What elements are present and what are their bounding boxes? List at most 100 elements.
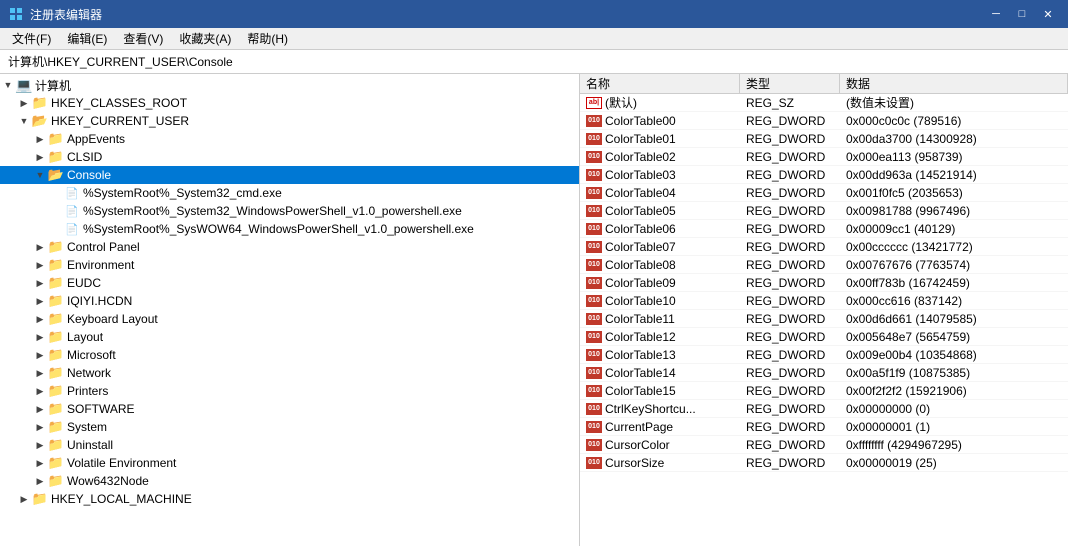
expand-arrow-hklm[interactable]: ▶ (16, 491, 32, 507)
expand-arrow-clsid[interactable]: ▶ (32, 149, 48, 165)
menu-item-a[interactable]: 收藏夹(A) (171, 28, 239, 49)
app-icon (8, 6, 24, 22)
expand-arrow-layout[interactable]: ▶ (32, 329, 48, 345)
expand-arrow-uninstall[interactable]: ▶ (32, 437, 48, 453)
detail-row[interactable]: 010ColorTable12REG_DWORD0x005648e7 (5654… (580, 328, 1068, 346)
detail-row[interactable]: 010CursorSizeREG_DWORD0x00000019 (25) (580, 454, 1068, 472)
close-button[interactable]: ✕ (1036, 4, 1060, 24)
tree-item-console[interactable]: ▼📂Console (0, 166, 579, 184)
col-header-name[interactable]: 名称 (580, 74, 740, 93)
col-header-type[interactable]: 类型 (740, 74, 840, 93)
tree-item-volatile[interactable]: ▶📁Volatile Environment (0, 454, 579, 472)
tree-item-hklm[interactable]: ▶📁HKEY_LOCAL_MACHINE (0, 490, 579, 508)
detail-row[interactable]: 010ColorTable08REG_DWORD0x00767676 (7763… (580, 256, 1068, 274)
expand-arrow-appevents[interactable]: ▶ (32, 131, 48, 147)
detail-row[interactable]: 010ColorTable04REG_DWORD0x001f0fc5 (2035… (580, 184, 1068, 202)
address-path: 计算机\HKEY_CURRENT_USER\Console (8, 53, 233, 70)
menu-item-v[interactable]: 查看(V) (115, 28, 171, 49)
tree-item-cmd[interactable]: 📄%SystemRoot%_System32_cmd.exe (0, 184, 579, 202)
tree-item-network[interactable]: ▶📁Network (0, 364, 579, 382)
detail-cell-type: REG_DWORD (740, 239, 840, 255)
reg-icon: 010 (586, 403, 602, 415)
tree-item-microsoft[interactable]: ▶📁Microsoft (0, 346, 579, 364)
tree-item-label-appevents: AppEvents (67, 132, 125, 146)
detail-row[interactable]: 010ColorTable03REG_DWORD0x00dd963a (1452… (580, 166, 1068, 184)
tree-panel[interactable]: ▼💻计算机▶📁HKEY_CLASSES_ROOT▼📂HKEY_CURRENT_U… (0, 74, 580, 546)
detail-row[interactable]: 010ColorTable02REG_DWORD0x000ea113 (9587… (580, 148, 1068, 166)
detail-row[interactable]: ab|(默认)REG_SZ(数值未设置) (580, 94, 1068, 112)
detail-row[interactable]: 010ColorTable07REG_DWORD0x00cccccc (1342… (580, 238, 1068, 256)
detail-cell-type: REG_DWORD (740, 275, 840, 291)
tree-item-label-volatile: Volatile Environment (67, 456, 176, 470)
expand-arrow-system[interactable]: ▶ (32, 419, 48, 435)
detail-cell-data: 0x00009cc1 (40129) (840, 221, 1068, 237)
detail-cell-type: REG_DWORD (740, 257, 840, 273)
menu-item-h[interactable]: 帮助(H) (239, 28, 296, 49)
detail-row[interactable]: 010ColorTable15REG_DWORD0x00f2f2f2 (1592… (580, 382, 1068, 400)
detail-row[interactable]: 010ColorTable05REG_DWORD0x00981788 (9967… (580, 202, 1068, 220)
detail-row[interactable]: 010ColorTable06REG_DWORD0x00009cc1 (4012… (580, 220, 1068, 238)
folder-icon-cmd: 📄 (64, 185, 80, 201)
expand-arrow-controlpanel[interactable]: ▶ (32, 239, 48, 255)
tree-item-computer[interactable]: ▼💻计算机 (0, 76, 579, 94)
maximize-button[interactable]: □ (1010, 4, 1034, 24)
tree-item-system[interactable]: ▶📁System (0, 418, 579, 436)
folder-icon-keyboard: 📁 (48, 311, 64, 327)
detail-row[interactable]: 010ColorTable13REG_DWORD0x009e00b4 (1035… (580, 346, 1068, 364)
reg-icon: 010 (586, 151, 602, 163)
tree-item-printers[interactable]: ▶📁Printers (0, 382, 579, 400)
minimize-button[interactable]: ─ (984, 4, 1008, 24)
detail-panel[interactable]: 名称 类型 数据 ab|(默认)REG_SZ(数值未设置)010ColorTab… (580, 74, 1068, 546)
detail-cell-data: 0x00d6d661 (14079585) (840, 311, 1068, 327)
expand-arrow-iqiyi[interactable]: ▶ (32, 293, 48, 309)
tree-item-clsid[interactable]: ▶📁CLSID (0, 148, 579, 166)
tree-item-eudc[interactable]: ▶📁EUDC (0, 274, 579, 292)
expand-arrow-software[interactable]: ▶ (32, 401, 48, 417)
tree-item-hkcr[interactable]: ▶📁HKEY_CLASSES_ROOT (0, 94, 579, 112)
title-bar: 注册表编辑器 ─ □ ✕ (0, 0, 1068, 28)
detail-row[interactable]: 010CurrentPageREG_DWORD0x00000001 (1) (580, 418, 1068, 436)
detail-row[interactable]: 010ColorTable09REG_DWORD0x00ff783b (1674… (580, 274, 1068, 292)
tree-item-powershell64[interactable]: 📄%SystemRoot%_SysWOW64_WindowsPowerShell… (0, 220, 579, 238)
detail-row[interactable]: 010CtrlKeyShortcu...REG_DWORD0x00000000 … (580, 400, 1068, 418)
detail-row[interactable]: 010ColorTable11REG_DWORD0x00d6d661 (1407… (580, 310, 1068, 328)
tree-item-hkcu[interactable]: ▼📂HKEY_CURRENT_USER (0, 112, 579, 130)
expand-arrow-microsoft[interactable]: ▶ (32, 347, 48, 363)
expand-arrow-keyboard[interactable]: ▶ (32, 311, 48, 327)
expand-arrow-wow6432[interactable]: ▶ (32, 473, 48, 489)
expand-arrow-eudc[interactable]: ▶ (32, 275, 48, 291)
tree-item-label-cmd: %SystemRoot%_System32_cmd.exe (83, 186, 282, 200)
detail-row[interactable]: 010ColorTable14REG_DWORD0x00a5f1f9 (1087… (580, 364, 1068, 382)
tree-item-appevents[interactable]: ▶📁AppEvents (0, 130, 579, 148)
detail-row[interactable]: 010ColorTable00REG_DWORD0x000c0c0c (7895… (580, 112, 1068, 130)
menu-item-f[interactable]: 文件(F) (4, 28, 59, 49)
detail-cell-data: 0x000ea113 (958739) (840, 149, 1068, 165)
tree-item-uninstall[interactable]: ▶📁Uninstall (0, 436, 579, 454)
expand-arrow-printers[interactable]: ▶ (32, 383, 48, 399)
tree-item-controlpanel[interactable]: ▶📁Control Panel (0, 238, 579, 256)
tree-item-iqiyi[interactable]: ▶📁IQIYI.HCDN (0, 292, 579, 310)
detail-cell-data: 0x00000000 (0) (840, 401, 1068, 417)
expand-arrow-volatile[interactable]: ▶ (32, 455, 48, 471)
tree-item-label-network: Network (67, 366, 111, 380)
detail-row[interactable]: 010CursorColorREG_DWORD0xffffffff (42949… (580, 436, 1068, 454)
expand-arrow-console[interactable]: ▼ (32, 167, 48, 183)
detail-cell-data: (数值未设置) (840, 93, 1068, 112)
detail-row[interactable]: 010ColorTable10REG_DWORD0x000cc616 (8371… (580, 292, 1068, 310)
tree-item-powershell[interactable]: 📄%SystemRoot%_System32_WindowsPowerShell… (0, 202, 579, 220)
menu-item-e[interactable]: 编辑(E) (59, 28, 115, 49)
tree-item-label-printers: Printers (67, 384, 108, 398)
tree-item-software[interactable]: ▶📁SOFTWARE (0, 400, 579, 418)
expand-arrow-hkcu[interactable]: ▼ (16, 113, 32, 129)
expand-arrow-environment[interactable]: ▶ (32, 257, 48, 273)
tree-item-environment[interactable]: ▶📁Environment (0, 256, 579, 274)
address-bar: 计算机\HKEY_CURRENT_USER\Console (0, 50, 1068, 74)
tree-item-wow6432[interactable]: ▶📁Wow6432Node (0, 472, 579, 490)
expand-arrow-hkcr[interactable]: ▶ (16, 95, 32, 111)
tree-item-layout[interactable]: ▶📁Layout (0, 328, 579, 346)
col-header-data[interactable]: 数据 (840, 74, 1068, 93)
expand-arrow-network[interactable]: ▶ (32, 365, 48, 381)
expand-arrow-computer[interactable]: ▼ (0, 77, 16, 93)
detail-row[interactable]: 010ColorTable01REG_DWORD0x00da3700 (1430… (580, 130, 1068, 148)
tree-item-keyboard[interactable]: ▶📁Keyboard Layout (0, 310, 579, 328)
